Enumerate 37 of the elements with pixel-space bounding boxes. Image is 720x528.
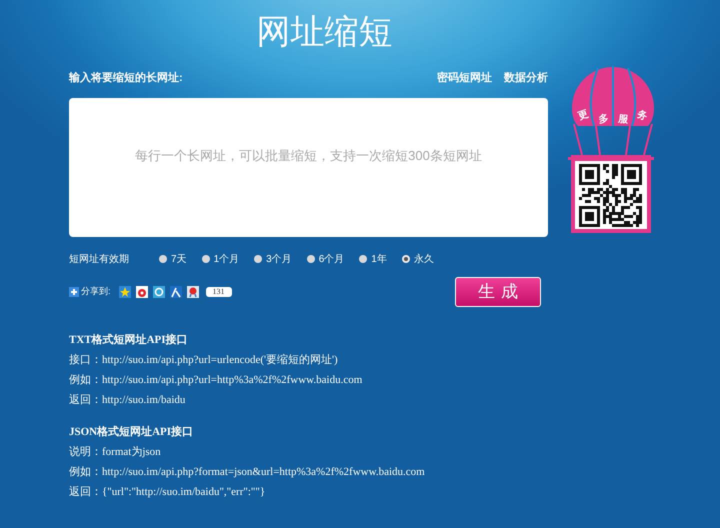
section-heading: TXT格式短网址API接口 [69,333,189,347]
share-label: 分享到: [81,285,111,298]
balloon-text: 多 [598,113,610,126]
api-text: 返回：http://suo.im/baidu [69,393,186,407]
nav-link[interactable]: 密码短网址 [437,70,492,86]
input-label: 输入将要缩短的长网址: [69,70,183,86]
api-text: 例如：http://suo.im/api.php?format=json&url=http%3a%2f%2fwww.baidu.com [69,465,426,479]
badge-icon[interactable] [186,286,199,298]
balloon-text: 服 [618,113,629,126]
plus-icon[interactable] [69,287,79,297]
balloon-text: 务 [635,108,648,123]
nav-link[interactable]: 数据分析 [504,70,548,86]
star-icon[interactable] [118,286,131,298]
radio-label: 3个月 [266,252,292,266]
api-text: 接口：http://suo.im/api.php?url=urlencode('要缩短的网址') [69,353,339,367]
share-count: 131 [206,287,232,297]
radio-button[interactable] [159,255,167,263]
radio-button[interactable] [202,255,210,263]
page-title: 网址缩短 [256,15,392,49]
radio-label: 7天 [171,252,187,266]
radio-label: 1个月 [214,252,240,266]
generate-button[interactable]: 生成 [455,277,541,307]
radio-button[interactable] [306,255,315,263]
radio-label: 6个月 [318,252,344,266]
qr-code [579,164,642,227]
api-text: 例如：http://suo.im/api.php?url=http%3a%2f%2fwww.baidu.com [69,373,364,387]
radio-label: 1年 [371,252,387,266]
radio-button[interactable] [254,255,262,263]
radio-label: 永久 [414,252,434,266]
radio-button[interactable] [359,255,368,263]
api-text: 说明：format为json [69,445,162,459]
section-heading: JSON格式短网址API接口 [69,425,194,439]
balloon-text: 更 [576,108,590,123]
api-text: 返回：{"url":"http://suo.im/baidu","err":""} [69,485,266,499]
validity-label: 短网址有效期 [69,252,130,266]
radio-button[interactable] [402,255,410,263]
url-input-field[interactable]: 每行一个长网址，可以批量缩短，支持一次缩短300条短网址 [69,98,548,237]
